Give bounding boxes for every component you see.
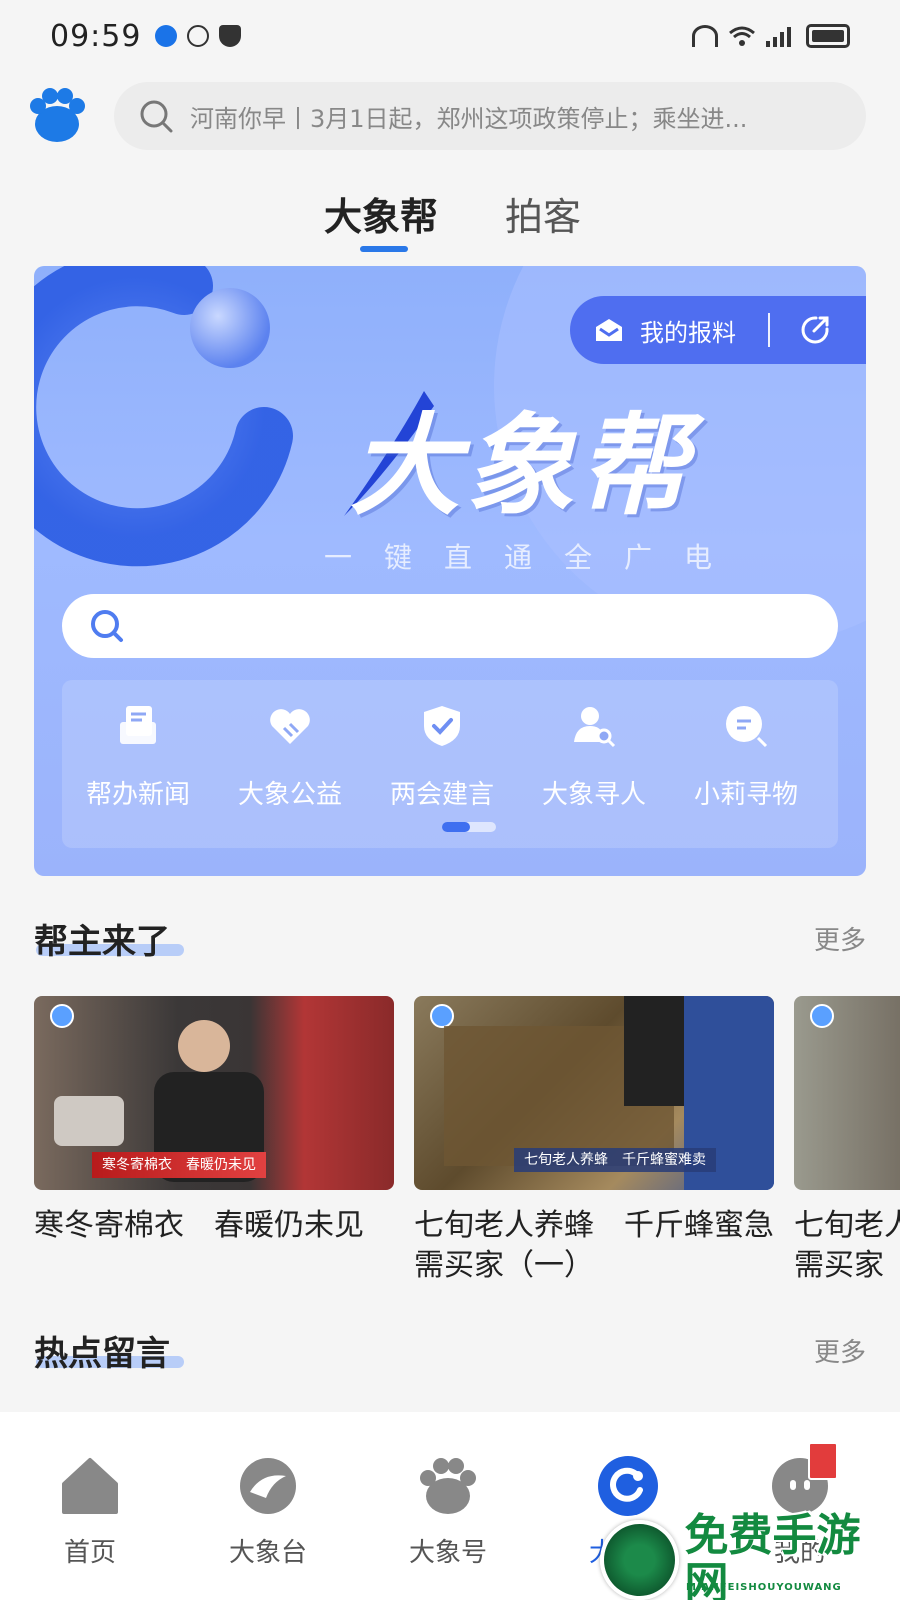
app-logo-icon[interactable] [26,84,88,146]
brand-title: 大象帮 [350,402,692,530]
pill-divider [768,313,770,347]
quick-item-label: 两会建言 [389,780,494,810]
banner-search-input[interactable] [62,594,838,658]
status-bar: 09:59 [0,0,900,72]
nav-home[interactable]: 首页 [20,1454,160,1569]
active-tab-indicator [360,246,408,252]
search-icon [140,100,173,133]
quick-entry-panel: 帮办新闻 大象公益 两会建言 大象寻人 小莉寻物 [62,680,838,848]
quick-item-suggestion[interactable]: 两会建言 [366,702,518,811]
quick-item-label: 大象公益 [237,780,342,810]
tab-paike[interactable]: 拍客 [505,186,581,241]
quick-item-label: 小莉寻物 [693,780,798,810]
thumbnail-caption: 寒冬寄棉衣 春暖仍未见 [92,1152,266,1178]
quick-item-find-item[interactable]: 小莉寻物 [670,702,822,811]
person-search-icon [574,707,616,748]
video-thumbnail [794,996,900,1190]
video-thumbnail: 寒冬寄棉衣 春暖仍未见 [34,996,394,1190]
status-notification-icons [155,25,242,47]
share-icon[interactable] [800,315,830,345]
quick-item-label: 大象寻人 [541,780,646,810]
quick-item-news[interactable]: 帮办新闻 [62,702,214,811]
my-report-button[interactable]: 我的报料 [570,296,866,364]
watermark-logo-icon [600,1520,679,1600]
battery-icon [806,24,850,48]
signal-icon [766,25,796,47]
shield-icon [219,25,242,47]
quick-item-find-person[interactable]: 大象寻人 [518,702,670,811]
video-card[interactable]: 七旬老人养蜂 千斤蜂蜜急需买家 [794,996,900,1286]
top-search-row: 河南你早丨3月1日起，郑州这项政策停止；乘坐进... [0,80,900,152]
video-thumbnail: 七旬老人养蜂 千斤蜂蜜难卖 [414,996,774,1190]
hand-icon [187,25,210,47]
quick-item-label: 帮办新闻 [85,780,190,810]
video-title: 寒冬寄棉衣 春暖仍未见 [34,1208,364,1243]
watermark-subtext: MIANFEISHOUYOUWANG [686,1582,842,1593]
nav-label: 大象号 [408,1538,487,1568]
nav-daxianghao[interactable]: 大象号 [378,1454,518,1569]
quick-item-charity[interactable]: 大象公益 [214,702,366,811]
speed-icon [692,25,718,47]
site-watermark: 免费手游网 MIANFEISHOUYOUWANG [600,1512,900,1600]
video-title: 七旬老人养蜂 千斤蜂蜜急需买家（一） [414,1208,774,1283]
nav-station[interactable]: 大象台 [198,1454,338,1569]
thumbnail-caption: 七旬老人养蜂 千斤蜂蜜难卖 [514,1148,716,1172]
video-title: 七旬老人养蜂 千斤蜂蜜急需买家 [794,1208,900,1283]
station-icon [240,1458,296,1514]
video-card[interactable]: 七旬老人养蜂 千斤蜂蜜难卖 七旬老人养蜂 千斤蜂蜜急需买家（一） [414,996,774,1286]
search-bar[interactable]: 河南你早丨3月1日起，郑州这项政策停止；乘坐进... [114,82,866,150]
help-icon [598,1456,658,1516]
more-link[interactable]: 更多 [814,920,866,957]
mail-icon [596,319,622,341]
section-title: 帮主来了 [34,922,170,962]
status-time: 09:59 [50,18,142,54]
home-icon [62,1458,118,1514]
tab-daxiangbang[interactable]: 大象帮 [324,186,438,241]
channel-logo-icon [810,1004,834,1028]
my-report-label: 我的报料 [640,318,736,347]
shield-check-icon [424,706,460,746]
more-link[interactable]: 更多 [814,1332,866,1369]
search-icon [91,610,123,642]
brand-subtitle: 一键直通全广电 [324,541,745,574]
section-header-bangzhu: 帮主来了 更多 [34,914,866,970]
status-system-icons [692,24,850,48]
video-card[interactable]: 寒冬寄棉衣 春暖仍未见 寒冬寄棉衣 春暖仍未见 [34,996,394,1246]
section-title: 热点留言 [34,1334,170,1374]
wifi-icon [729,26,755,46]
top-tabs: 大象帮 拍客 [0,176,900,256]
news-icon [120,706,156,744]
search-placeholder: 河南你早丨3月1日起，郑州这项政策停止；乘坐进... [190,104,748,133]
section-header-hot-comments: 热点留言 更多 [34,1326,866,1382]
video-card-list: 寒冬寄棉衣 春暖仍未见 寒冬寄棉衣 春暖仍未见 七旬老人养蜂 千斤蜂蜜难卖 七旬… [34,996,900,1296]
nav-label: 大象台 [228,1538,307,1568]
daxiangbang-banner: 我的报料 大象帮 一键直通全广电 帮办新闻 大象公益 两会建言 大象寻人 小莉寻… [34,266,866,876]
nav-label: 首页 [63,1538,116,1568]
page-indicator [442,822,496,832]
heart-hand-icon [270,709,310,744]
paw-icon [420,1458,476,1514]
app-notification-icon [155,25,178,47]
gift-badge-icon[interactable] [808,1442,838,1480]
chat-search-icon [726,706,768,748]
